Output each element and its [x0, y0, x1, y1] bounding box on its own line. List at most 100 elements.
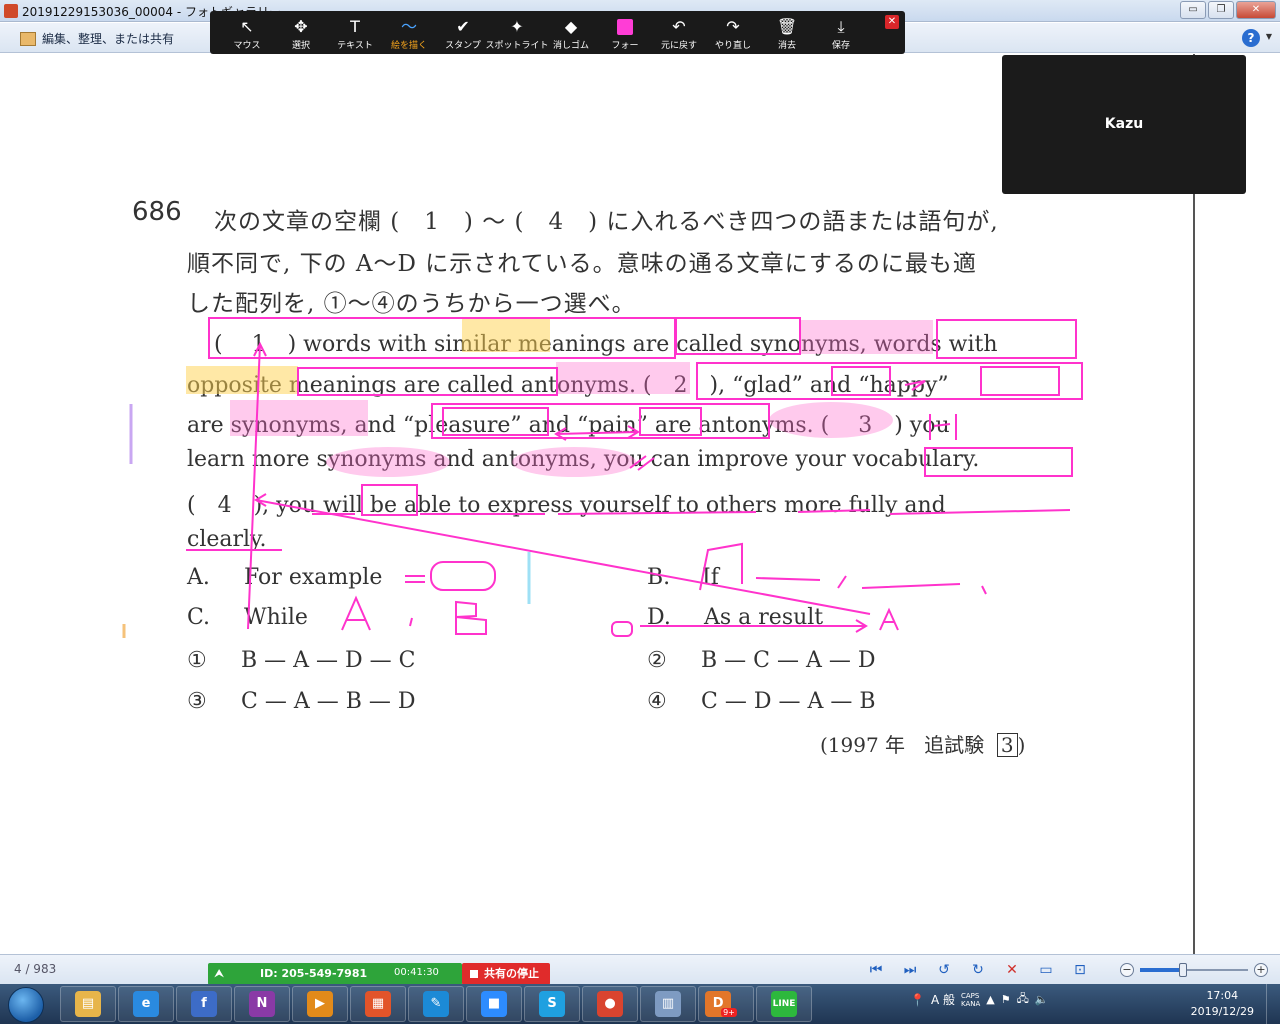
taskbar-app-onenote[interactable]: N: [234, 986, 290, 1022]
taskbar-app-app-d[interactable]: D 9+: [698, 986, 754, 1022]
next-icon[interactable]: ⏭: [898, 961, 922, 979]
network-icon[interactable]: 🖧: [1017, 990, 1029, 1009]
tool-text[interactable]: T テキスト: [328, 11, 382, 54]
tool-stamp[interactable]: ✔ スタンプ: [436, 11, 490, 54]
speaker-name: Kazu: [1104, 116, 1144, 132]
taskbar-app-app-red[interactable]: f: [176, 986, 232, 1022]
passage-line-3: are synonyms, and “pleasure” and “pain” …: [187, 413, 950, 438]
rotate-right-icon[interactable]: ↻: [966, 961, 990, 979]
viewer-controls: ⏮ ⏭ ↺ ↻ ✕ ▭ ⊡: [864, 961, 1092, 979]
color-swatch-icon: [617, 19, 633, 35]
share-timer: 00:41:30: [394, 967, 439, 978]
taskbar-app-line[interactable]: LINE: [756, 986, 812, 1022]
tool-save[interactable]: ⤓ 保存: [814, 11, 868, 54]
instruction-line-2: 順不同で, 下の A～D に示されている。意味の通る文章にするのに最も適: [187, 251, 977, 277]
ime-indicator[interactable]: A 般: [931, 991, 955, 1008]
redo-icon: ↷: [726, 17, 740, 36]
help-icon[interactable]: ?: [1242, 29, 1260, 47]
download-icon: ⤓: [837, 17, 845, 36]
taskbar-app-chrome[interactable]: ●: [582, 986, 638, 1022]
close-button[interactable]: ✕: [1236, 1, 1276, 19]
tool-redo[interactable]: ↷ やり直し: [706, 11, 760, 54]
tool-mouse[interactable]: ↖ マウス: [220, 11, 274, 54]
clock-time: 17:04: [1206, 989, 1239, 1002]
tool-label: フォー: [611, 41, 639, 51]
tool-select[interactable]: ✥ 選択: [274, 11, 328, 54]
source-close: ): [1017, 733, 1026, 757]
tool-label: 絵を描く: [390, 41, 427, 51]
letter-a-2: [879, 607, 899, 631]
maximize-button[interactable]: ❐: [1208, 1, 1234, 19]
tool-format[interactable]: フォー: [598, 11, 652, 54]
answer-3-mark: ③: [187, 689, 207, 714]
taskbar-apps: ▤ e f N ▶ ▦ ✎ ■ S ● ▥ D 9+ LINE: [60, 986, 812, 1022]
answer-4-seq: C — D — A — B: [701, 689, 876, 714]
start-button[interactable]: [8, 987, 44, 1023]
screen-share-bar[interactable]: ⮝ ID: 205-549-7981 00:41:30: [208, 963, 462, 985]
media-player-icon: ▶: [307, 991, 333, 1017]
squiggle-icon: 〜: [400, 17, 417, 36]
source-year: (1997 年: [820, 733, 906, 757]
photo-gallery-icon: [4, 4, 18, 18]
taskbar-app-zoom[interactable]: ■: [466, 986, 522, 1022]
source-number: 3: [996, 733, 1018, 757]
taskbar-app-paint[interactable]: ▦: [350, 986, 406, 1022]
taskbar-clock[interactable]: 17:04 2019/12/29: [1191, 988, 1254, 1020]
skype-icon: S: [539, 991, 565, 1017]
tool-clear[interactable]: 🗑 消去: [760, 11, 814, 54]
answer-2-mark: ②: [647, 648, 667, 673]
tool-label: スタンプ: [445, 41, 481, 51]
chevron-up-icon[interactable]: ▲: [986, 993, 994, 1006]
flag-icon[interactable]: ⚑: [1001, 993, 1011, 1006]
pin-icon[interactable]: 📍: [910, 993, 925, 1007]
chevron-down-icon[interactable]: ▼: [1266, 32, 1272, 41]
zoom-thumb[interactable]: [1179, 963, 1188, 977]
taskbar-app-skype[interactable]: S: [524, 986, 580, 1022]
organize-share-menu[interactable]: 編集、整理、または共有: [20, 30, 174, 47]
taskbar-app-explorer[interactable]: ▤: [60, 986, 116, 1022]
box-happy: [980, 366, 1060, 396]
zoom-fill: [1140, 968, 1184, 972]
onenote-icon: N: [249, 991, 275, 1017]
delete-icon[interactable]: ✕: [1000, 961, 1024, 979]
taskbar-app-internet-explorer[interactable]: e: [118, 986, 174, 1022]
zoom-out-icon[interactable]: −: [1120, 963, 1134, 977]
zoom-slider[interactable]: − +: [1120, 963, 1268, 979]
question-number: 686: [132, 197, 182, 227]
slideshow-icon[interactable]: ▭: [1034, 961, 1058, 979]
option-b-letter: B.: [647, 565, 671, 590]
tool-spotlight[interactable]: ✦ スポットライト: [486, 11, 549, 54]
option-d-letter: D.: [647, 605, 671, 630]
minimize-button[interactable]: ▭: [1180, 1, 1206, 19]
tool-undo[interactable]: ↶ 元に戻す: [652, 11, 706, 54]
answer-1-seq: B — A — D — C: [241, 648, 416, 673]
kana-label: KANA: [960, 999, 981, 1008]
notification-badge: 9+: [721, 1007, 737, 1017]
cursor-icon: ↖: [240, 17, 254, 36]
speaker-video-panel[interactable]: Kazu: [1002, 55, 1246, 194]
tool-eraser[interactable]: ◆ 消しゴム: [544, 11, 598, 54]
previous-icon[interactable]: ⏮: [864, 961, 888, 979]
show-desktop-button[interactable]: [1266, 984, 1280, 1024]
text-icon: T: [350, 17, 360, 36]
taskbar-app-media-player[interactable]: ▶: [292, 986, 348, 1022]
zoom-in-icon[interactable]: +: [1254, 963, 1268, 977]
tool-label: テキスト: [337, 41, 373, 51]
stop-share-button[interactable]: 共有の停止: [462, 963, 550, 985]
window-controls: ▭ ❐ ✕: [1180, 1, 1276, 19]
equals-sign: [405, 575, 425, 583]
arrow-up-icon[interactable]: ⮝: [214, 966, 224, 981]
rotate-left-icon[interactable]: ↺: [932, 961, 956, 979]
taskbar-app-feather-app[interactable]: ✎: [408, 986, 464, 1022]
answer-1-mark: ①: [187, 648, 207, 673]
tool-draw[interactable]: 〜絵を描く: [382, 11, 436, 54]
tool-label: 選択: [291, 41, 310, 51]
chrome-icon: ●: [597, 991, 623, 1017]
taskbar-app-archive[interactable]: ▥: [640, 986, 696, 1022]
fit-window-icon[interactable]: ⊡: [1068, 961, 1092, 979]
tool-label: 消去: [777, 41, 796, 51]
volume-icon[interactable]: 🔈: [1035, 993, 1049, 1006]
option-b-text: If: [702, 565, 719, 590]
close-icon[interactable]: ✕: [885, 15, 899, 29]
page-counter: 4 / 983: [14, 962, 57, 976]
